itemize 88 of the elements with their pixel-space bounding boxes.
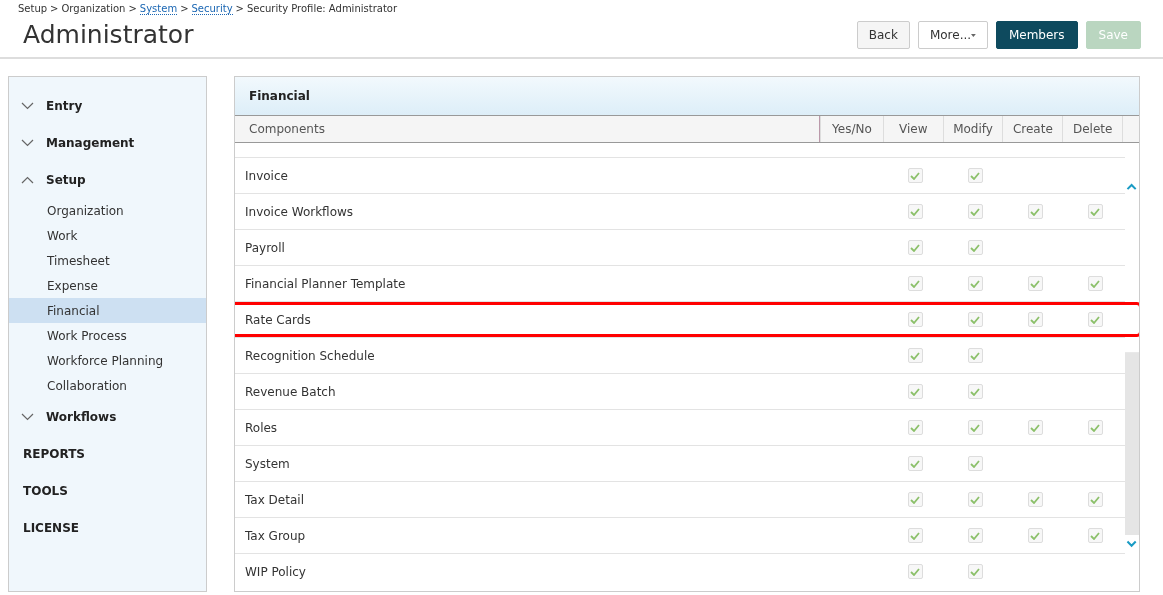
column-header: Modify <box>942 115 1003 142</box>
checkbox[interactable] <box>967 240 983 255</box>
checkbox[interactable] <box>967 564 983 579</box>
breadcrumb-text: Organization <box>61 3 126 14</box>
checkbox[interactable] <box>967 528 983 543</box>
column-header: Yes/No <box>820 115 883 142</box>
checkbox[interactable] <box>967 384 983 399</box>
sidebar-section[interactable]: TOOLS <box>9 472 206 509</box>
column-header: Delete <box>1062 115 1123 142</box>
checkbox[interactable] <box>1027 312 1043 327</box>
more-dropdown[interactable]: More... <box>917 21 988 49</box>
column-header: Components <box>235 115 821 142</box>
panel-title: Financial <box>235 77 1139 116</box>
checkbox[interactable] <box>1087 276 1103 291</box>
chevron-down-icon <box>21 138 34 147</box>
chevron-down-icon <box>21 101 34 110</box>
sidebar-section[interactable]: REPORTS <box>9 435 206 472</box>
checkbox[interactable] <box>1087 528 1103 543</box>
sidebar-item[interactable]: Expense <box>9 273 206 298</box>
sidebar-item[interactable]: Financial <box>9 298 206 323</box>
chevron-up-icon <box>21 175 34 184</box>
chevron-down-icon <box>21 412 34 421</box>
column-header: Create <box>1002 115 1063 142</box>
table-cell-text: Payroll <box>244 239 286 257</box>
checkbox[interactable] <box>907 420 923 435</box>
checkbox[interactable] <box>1087 492 1103 507</box>
checkbox[interactable] <box>1027 528 1043 543</box>
breadcrumb-separator: > <box>50 3 59 14</box>
checkbox[interactable] <box>1087 420 1103 435</box>
sidebar-item[interactable]: Collaboration <box>9 373 206 398</box>
checkbox[interactable] <box>907 564 923 579</box>
checkbox[interactable] <box>1027 420 1043 435</box>
caret-icon <box>971 32 976 38</box>
sidebar-item[interactable]: Work <box>9 223 206 248</box>
sidebar-item[interactable]: Workforce Planning <box>9 348 206 373</box>
breadcrumb-link[interactable]: System <box>139 3 178 15</box>
checkbox[interactable] <box>1027 204 1043 219</box>
checkbox[interactable] <box>967 348 983 363</box>
checkbox[interactable] <box>967 204 983 219</box>
checkbox[interactable] <box>907 276 923 291</box>
sidebar-item[interactable]: Work Process <box>9 323 206 348</box>
checkbox[interactable] <box>1027 276 1043 291</box>
checkbox[interactable] <box>907 492 923 507</box>
checkbox[interactable] <box>907 456 923 471</box>
checkbox[interactable] <box>1087 204 1103 219</box>
checkbox[interactable] <box>967 168 983 183</box>
breadcrumb-separator: > <box>128 3 137 14</box>
sidebar-group[interactable]: Workflows <box>9 398 206 435</box>
sidebar-item[interactable]: Organization <box>9 198 206 223</box>
sidebar-section[interactable]: LICENSE <box>9 509 206 546</box>
checkbox[interactable] <box>907 204 923 219</box>
checkbox[interactable] <box>907 168 923 183</box>
checkbox[interactable] <box>967 420 983 435</box>
table-cell-text: Tax Detail <box>244 491 305 509</box>
breadcrumb-link[interactable]: Security <box>191 3 233 15</box>
sidebar-group[interactable]: Entry <box>9 87 206 124</box>
checkbox[interactable] <box>967 492 983 507</box>
checkbox[interactable] <box>967 456 983 471</box>
table-cell-text: Revenue Batch <box>244 383 337 401</box>
checkbox[interactable] <box>1087 312 1103 327</box>
checkbox[interactable] <box>907 240 923 255</box>
sidebar-group[interactable]: Setup <box>9 161 206 198</box>
action-button[interactable]: Members <box>995 21 1078 49</box>
breadcrumb-separator: > <box>235 3 244 14</box>
table-cell-text: Rate Cards <box>244 311 312 329</box>
table-cell-text: System <box>244 455 291 473</box>
checkbox[interactable] <box>907 384 923 399</box>
checkbox[interactable] <box>907 528 923 543</box>
checkbox[interactable] <box>907 312 923 327</box>
breadcrumb-separator: > <box>180 3 189 14</box>
table-cell-text: Roles <box>244 419 279 437</box>
table-cell-text: Tax Group <box>244 527 307 545</box>
breadcrumb-text: Security Profile: Administrator <box>247 3 398 14</box>
column-header: View <box>882 115 943 142</box>
checkbox[interactable] <box>907 348 923 363</box>
sidebar-item[interactable]: Timesheet <box>9 248 206 273</box>
table-cell-text: Invoice Workflows <box>244 203 355 221</box>
checkbox[interactable] <box>1027 492 1043 507</box>
page-title: Administrator <box>23 20 194 50</box>
table-cell-text: Financial Planner Template <box>244 275 407 293</box>
action-button[interactable]: Back <box>856 21 910 49</box>
table-cell-text: WIP Policy <box>244 563 307 581</box>
sidebar-group[interactable]: Management <box>9 124 206 161</box>
breadcrumb-text: Setup <box>18 3 48 14</box>
table-cell-text: Recognition Schedule <box>244 347 376 365</box>
table-cell-text: Invoice <box>244 167 289 185</box>
checkbox[interactable] <box>967 312 983 327</box>
checkbox[interactable] <box>967 276 983 291</box>
